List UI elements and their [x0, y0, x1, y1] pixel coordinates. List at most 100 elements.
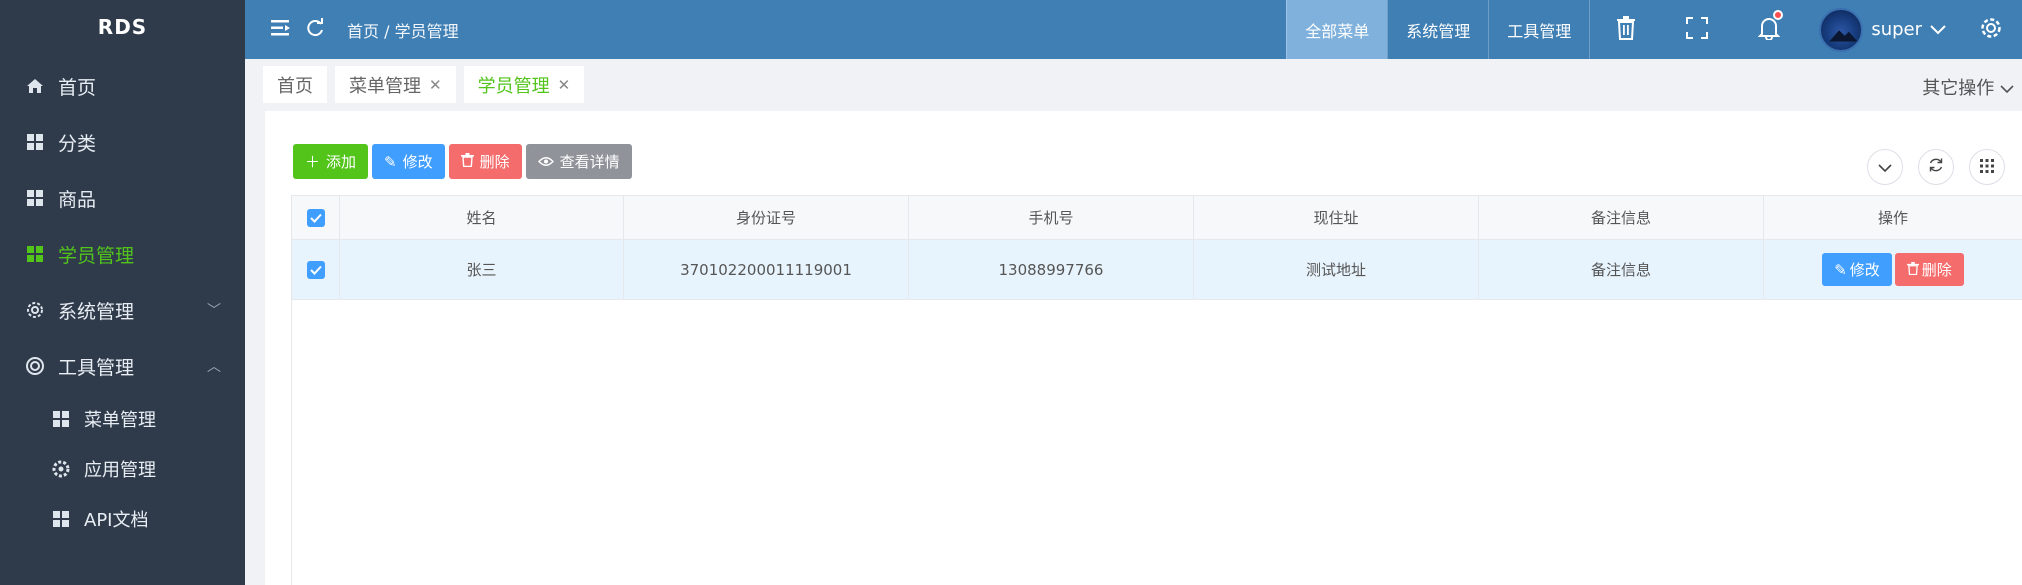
pencil-icon: ✎ — [1834, 260, 1847, 279]
chevron-down-icon — [1878, 158, 1892, 177]
nav-tools[interactable]: 工具管理 — [1488, 0, 1589, 59]
tab-label: 首页 — [277, 75, 313, 97]
trash-icon — [460, 152, 474, 171]
grid-icon — [24, 131, 46, 153]
sidebar: RDS 首页 分类 商品 学员管理 系统管理 ﹀ 工具管理 ︿ 菜单管理 应用管… — [0, 0, 245, 585]
sidebar-item-label: 工具管理 — [58, 356, 135, 379]
row-edit-button[interactable]: ✎ 修改 — [1822, 253, 1892, 286]
top-nav: 全部菜单 系统管理 工具管理 super — [1286, 0, 2022, 59]
gear-icon — [24, 299, 46, 321]
toggle-search-button[interactable] — [1867, 149, 1903, 185]
column-header[interactable]: 备注信息 — [1479, 196, 1764, 239]
column-header[interactable]: 现住址 — [1194, 196, 1479, 239]
user-menu[interactable]: super — [1805, 0, 1960, 59]
cell-phone: 13088997766 — [909, 240, 1194, 299]
sidebar-item-menu-manage[interactable]: 菜单管理 — [0, 394, 245, 444]
view-detail-button[interactable]: 查看详情 — [525, 144, 632, 179]
main-panel: ＋ 添加 ✎ 修改 删除 查看详情 姓名 身份证号 手机号 现住址 备注信息 操… — [265, 111, 2022, 585]
other-ops-label: 其它操作 — [1922, 78, 1995, 99]
edit-button[interactable]: ✎ 修改 — [372, 144, 445, 179]
students-table: 姓名 身份证号 手机号 现住址 备注信息 操作 张三 3701022000111… — [291, 195, 2022, 585]
tabs-bar: 首页 菜单管理 ✕ 学员管理 ✕ 其它操作 — [245, 59, 2022, 111]
tab-home[interactable]: 首页 — [263, 66, 327, 103]
chevron-up-icon: ︿ — [207, 359, 221, 375]
sidebar-item-category[interactable]: 分类 — [0, 114, 245, 170]
sidebar-item-api-docs[interactable]: API文档 — [0, 494, 245, 544]
sidebar-item-students[interactable]: 学员管理 — [0, 226, 245, 282]
header: 首页 / 学员管理 全部菜单 系统管理 工具管理 super — [245, 0, 2022, 59]
refresh-icon — [1928, 157, 1944, 177]
column-header[interactable]: 身份证号 — [624, 196, 909, 239]
fullscreen-icon — [1686, 16, 1709, 43]
sidebar-submenu-tools: 菜单管理 应用管理 API文档 — [0, 394, 245, 544]
select-all-checkbox[interactable] — [306, 208, 325, 227]
table-header: 姓名 身份证号 手机号 现住址 备注信息 操作 — [292, 196, 2022, 240]
header-left: 首页 / 学员管理 — [271, 0, 459, 59]
select-all-cell — [292, 196, 340, 239]
sidebar-menu: 首页 分类 商品 学员管理 系统管理 ﹀ 工具管理 ︿ 菜单管理 应用管理 AP… — [0, 58, 245, 544]
sidebar-item-home[interactable]: 首页 — [0, 58, 245, 114]
sidebar-item-goods[interactable]: 商品 — [0, 170, 245, 226]
tab-label: 学员管理 — [477, 75, 550, 97]
menu-toggle-icon[interactable] — [271, 19, 291, 41]
row-select-cell — [292, 240, 340, 299]
tabs: 首页 菜单管理 ✕ 学员管理 ✕ — [263, 66, 585, 103]
cell-id-number: 370102200011119001 — [624, 240, 909, 299]
close-icon[interactable]: ✕ — [558, 76, 571, 94]
columns-button[interactable] — [1969, 149, 2005, 185]
sidebar-item-label: 分类 — [58, 132, 97, 155]
sidebar-item-label: 菜单管理 — [84, 410, 156, 431]
other-ops-dropdown[interactable]: 其它操作 — [1922, 74, 2014, 100]
edit-label: 修改 — [402, 153, 433, 171]
notification-badge — [1773, 10, 1784, 20]
trash-button[interactable] — [1589, 0, 1661, 59]
column-header[interactable]: 姓名 — [340, 196, 624, 239]
refresh-table-button[interactable] — [1918, 149, 1954, 185]
notification-button[interactable] — [1733, 0, 1805, 59]
row-checkbox[interactable] — [306, 260, 325, 279]
trash-icon — [1906, 261, 1919, 279]
breadcrumb: 首页 / 学员管理 — [347, 21, 459, 41]
lifebuoy-icon — [24, 355, 46, 377]
cell-name: 张三 — [340, 240, 624, 299]
nav-system[interactable]: 系统管理 — [1387, 0, 1488, 59]
cell-actions: ✎ 修改 删除 — [1764, 240, 2022, 299]
refresh-icon[interactable] — [305, 17, 325, 42]
username: super — [1871, 19, 1922, 40]
close-icon[interactable]: ✕ — [429, 76, 442, 94]
column-header: 操作 — [1877, 209, 1908, 227]
sidebar-item-label: 商品 — [58, 188, 97, 211]
row-edit-label: 修改 — [1849, 261, 1880, 279]
nav-all-menu[interactable]: 全部菜单 — [1286, 0, 1388, 59]
avatar — [1819, 7, 1864, 52]
add-label: 添加 — [326, 153, 357, 171]
settings-button[interactable] — [1960, 0, 2022, 59]
fullscreen-button[interactable] — [1661, 0, 1733, 59]
sidebar-item-label: 学员管理 — [58, 244, 135, 267]
grid-dots-icon — [1980, 158, 1994, 177]
row-delete-button[interactable]: 删除 — [1894, 253, 1964, 286]
sidebar-item-label: 系统管理 — [58, 300, 135, 323]
table-row[interactable]: 张三 370102200011119001 13088997766 测试地址 备… — [292, 240, 2022, 300]
grid-icon — [24, 187, 46, 209]
grid-icon — [50, 508, 72, 530]
sidebar-item-tools[interactable]: 工具管理 ︿ — [0, 338, 245, 394]
column-header[interactable]: 手机号 — [909, 196, 1194, 239]
table-tools — [1867, 149, 2005, 185]
sidebar-item-app-manage[interactable]: 应用管理 — [0, 444, 245, 494]
sidebar-item-label: 首页 — [58, 76, 97, 99]
sidebar-item-system[interactable]: 系统管理 ﹀ — [0, 282, 245, 338]
delete-label: 删除 — [479, 153, 510, 171]
plus-icon: ＋ — [305, 153, 321, 171]
add-button[interactable]: ＋ 添加 — [293, 144, 369, 179]
gear-icon — [1979, 16, 2003, 44]
chevron-down-icon — [1930, 19, 1946, 40]
grid-icon — [50, 408, 72, 430]
eye-icon — [537, 153, 554, 171]
delete-button[interactable]: 删除 — [448, 144, 522, 179]
tab-students[interactable]: 学员管理 ✕ — [463, 66, 585, 103]
tab-menu-manage[interactable]: 菜单管理 ✕ — [335, 66, 456, 103]
tab-label: 菜单管理 — [349, 75, 421, 97]
view-detail-label: 查看详情 — [559, 153, 620, 171]
toolbar: ＋ 添加 ✎ 修改 删除 查看详情 — [293, 144, 632, 179]
